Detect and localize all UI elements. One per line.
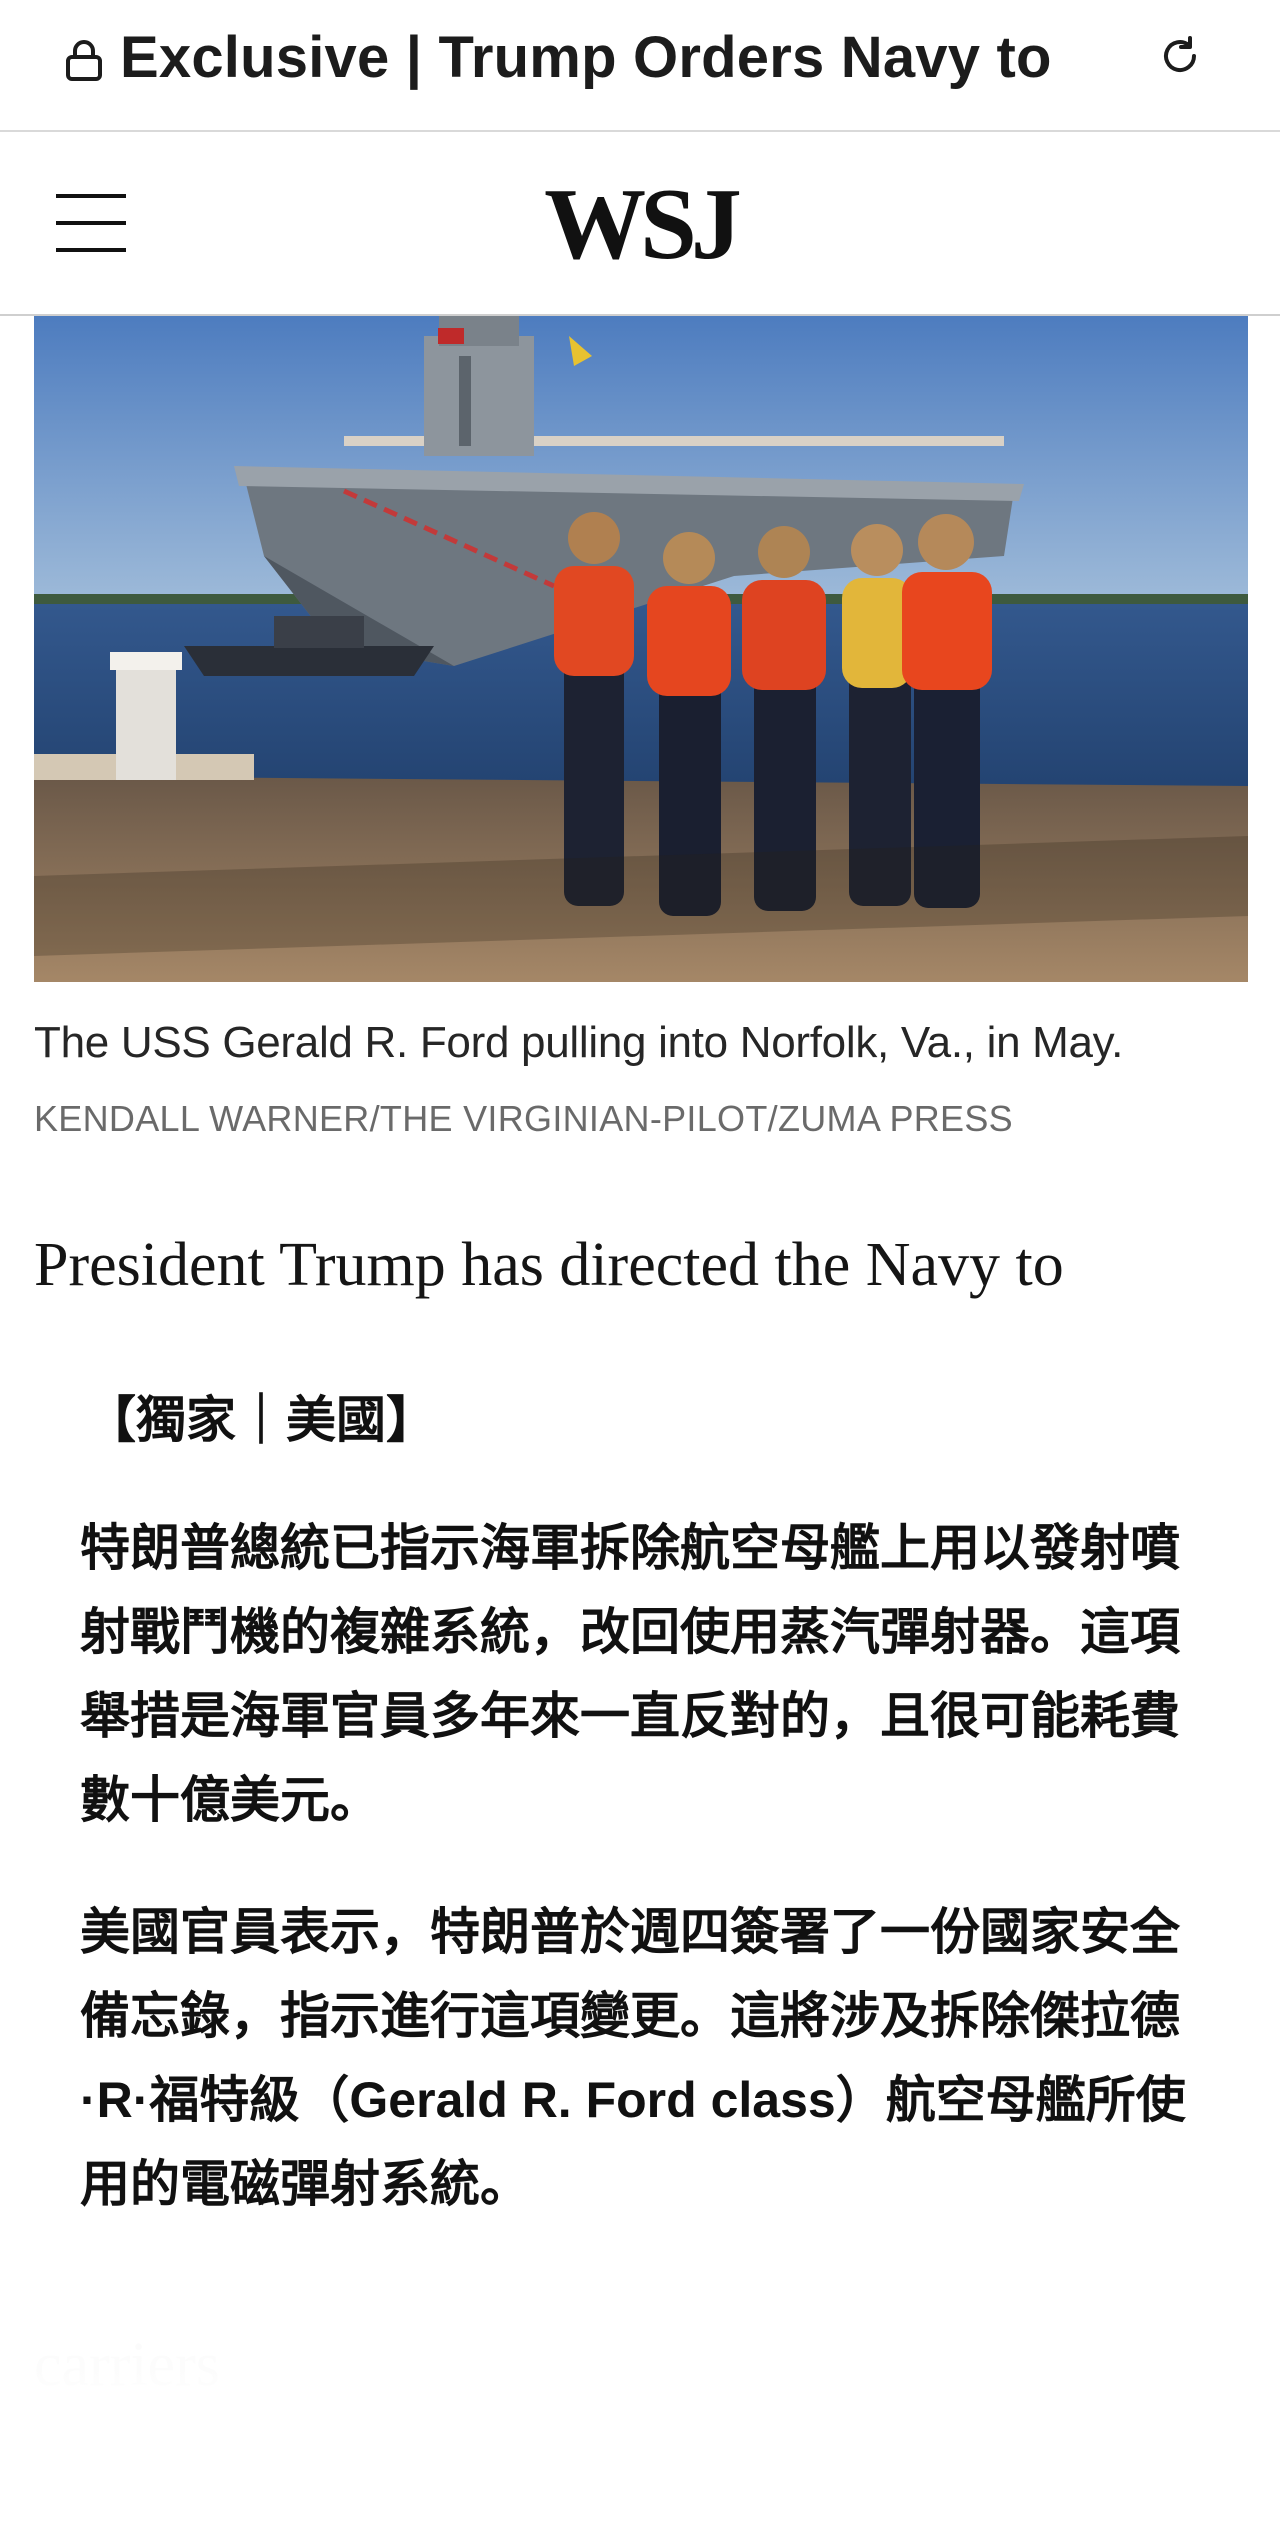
article-photo — [34, 316, 1248, 982]
wsj-logo[interactable]: WSJ — [0, 174, 1280, 276]
translated-paragraph-1: 特朗普總統已指示海軍拆除航空母艦上用以發射噴射戰鬥機的複雜系統，改回使用蒸汽彈射… — [80, 1520, 1180, 1828]
site-header: WSJ — [0, 132, 1280, 316]
photo-credit: KENDALL WARNER/THE VIRGINIAN-PILOT/ZUMA … — [34, 1098, 1013, 1139]
fade-overlay — [0, 2260, 1280, 2532]
lock-icon — [66, 40, 102, 81]
page-title-in-address-bar[interactable]: Exclusive | Trump Orders Navy to — [120, 24, 1052, 91]
reload-icon[interactable] — [1158, 34, 1202, 78]
article-lede: President Trump has directed the Navy to — [34, 1231, 1064, 1299]
translation-tag: 【獨家｜美國】 — [86, 1392, 436, 1448]
browser-address-bar[interactable]: Exclusive | Trump Orders Navy to — [0, 0, 1280, 132]
translated-paragraph-2: 美國官員表示，特朗普於週四簽署了一份國家安全備忘錄，指示進行這項變更。這將涉及拆… — [80, 1904, 1186, 2212]
page: Exclusive | Trump Orders Navy to WSJ The… — [0, 0, 1280, 2532]
photo-caption: The USS Gerald R. Ford pulling into Norf… — [34, 1018, 1124, 1067]
